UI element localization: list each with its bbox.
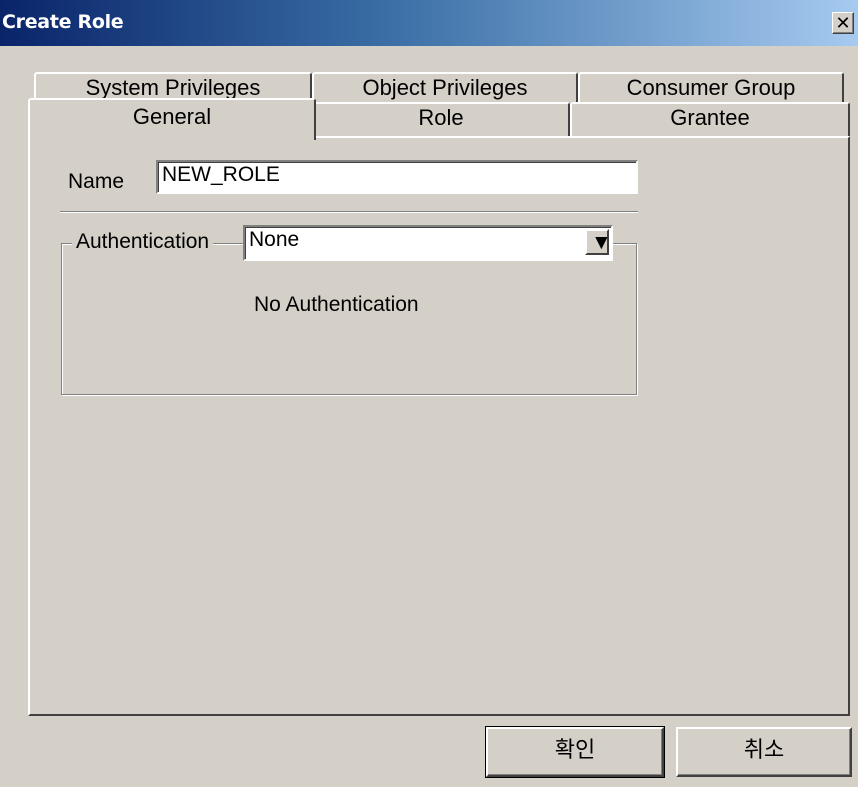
authentication-description: No Authentication <box>254 293 419 316</box>
cancel-button[interactable]: 취소 <box>676 727 852 777</box>
tab-label: System Privileges <box>85 75 261 100</box>
name-input[interactable]: NEW_ROLE <box>156 160 638 194</box>
window-title: Create Role <box>2 11 124 33</box>
tab-label: Grantee <box>670 105 750 130</box>
authentication-label: Authentication <box>72 230 214 254</box>
name-label: Name <box>68 170 125 193</box>
tab-object-privileges[interactable]: Object Privileges <box>312 72 578 102</box>
tab-label: Object Privileges <box>362 75 528 100</box>
close-icon: ✕ <box>835 13 851 33</box>
tab-grantee[interactable]: Grantee <box>570 102 850 136</box>
authentication-group <box>61 243 637 395</box>
name-value: NEW_ROLE <box>162 163 280 186</box>
authentication-select[interactable]: None ▼ <box>243 225 613 261</box>
tab-panel-general <box>28 136 850 716</box>
tab-consumer-group[interactable]: Consumer Group <box>578 72 844 102</box>
separator <box>60 211 638 213</box>
authentication-value: None <box>249 228 300 251</box>
ok-button[interactable]: 확인 <box>485 726 665 778</box>
dropdown-button[interactable]: ▼ <box>585 229 612 255</box>
chevron-down-icon: ▼ <box>591 231 612 254</box>
cancel-label: 취소 <box>743 738 785 763</box>
ok-label: 확인 <box>554 738 596 763</box>
close-button[interactable]: ✕ <box>832 12 854 34</box>
title-bar: Create Role ✕ <box>0 0 858 46</box>
tab-label: General <box>132 104 212 129</box>
tab-general[interactable]: General <box>28 98 316 140</box>
tab-label: Role <box>418 105 464 130</box>
tab-label: Consumer Group <box>626 75 796 100</box>
tab-role[interactable]: Role <box>312 102 570 136</box>
